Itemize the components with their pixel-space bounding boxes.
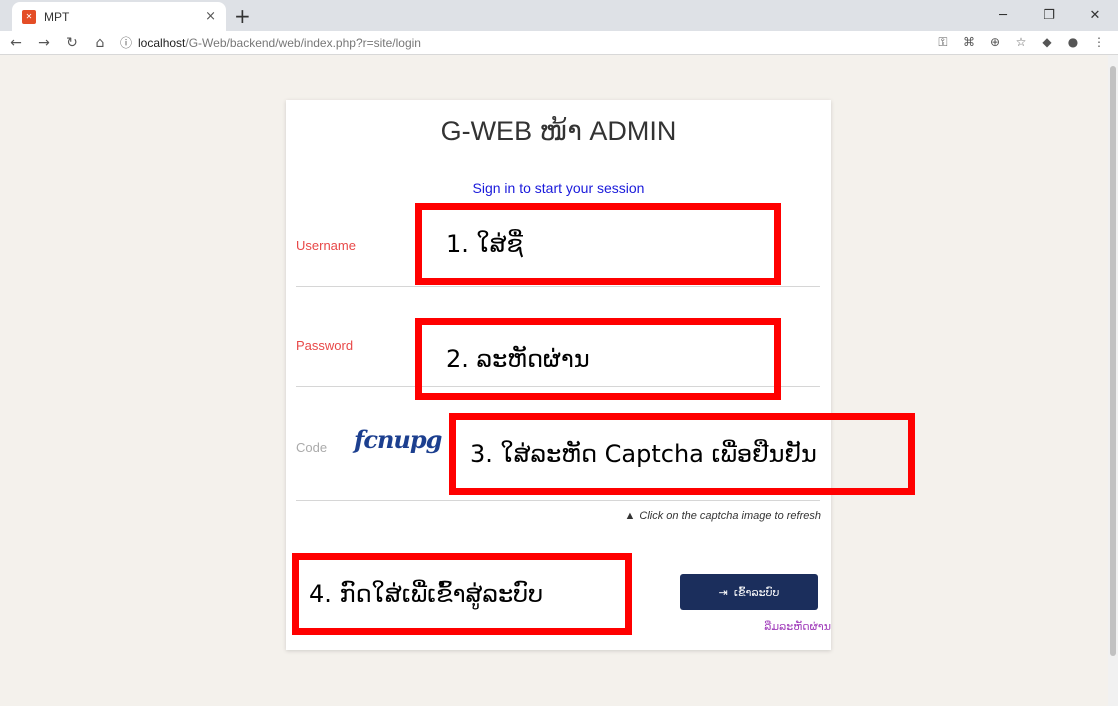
url-field[interactable]: ⓘ localhost /G-Web/backend/web/index.php… <box>120 33 930 53</box>
annotation-step-2: 2. ລະຫັດຜ່ານ <box>415 318 781 400</box>
login-button-label: ເຂົ້າລະບົບ <box>733 585 780 599</box>
code-divider <box>296 500 820 501</box>
key-icon[interactable]: ⚿ <box>930 35 956 50</box>
annotation-step-1: 1. ໃສ່ຊື່ <box>415 203 781 285</box>
password-label: Password <box>296 338 354 353</box>
annotation-step-3: 3. ໃສ່ລະຫັດ Captcha ເພື່ອຢືນຢັນ <box>449 413 915 495</box>
username-divider <box>296 286 820 287</box>
annotation-step-4-text: 4. ກົດໃສ່ເພື່ເຂົ້າສູ່ລະບົບ <box>309 580 544 608</box>
minimize-icon[interactable]: ─ <box>980 0 1026 31</box>
annotation-step-2-text: 2. ລະຫັດຜ່ານ <box>446 345 590 373</box>
zoom-icon[interactable]: ⊕ <box>982 35 1008 50</box>
annotation-step-4: 4. ກົດໃສ່ເພື່ເຂົ້າສູ່ລະບົບ <box>292 553 632 635</box>
window-controls: ─ ❐ ✕ <box>980 0 1118 31</box>
close-window-icon[interactable]: ✕ <box>1072 0 1118 31</box>
login-subtitle: Sign in to start your session <box>472 180 645 196</box>
sign-in-icon: ⇥ <box>718 585 728 599</box>
menu-icon[interactable]: ⋮ <box>1086 35 1112 50</box>
back-icon[interactable]: ← <box>4 35 28 51</box>
profile-avatar-icon[interactable]: ● <box>1060 35 1086 50</box>
url-host: localhost <box>138 35 186 50</box>
forgot-password-link[interactable]: ລືມລະຫັດຜ່ານ <box>631 620 831 633</box>
tab-title: MPT <box>44 9 70 24</box>
address-bar: ← → ↻ ⌂ ⓘ localhost /G-Web/backend/web/i… <box>0 31 1118 55</box>
scrollbar-thumb[interactable] <box>1110 66 1116 656</box>
restore-icon[interactable]: ❐ <box>1026 0 1072 31</box>
xampp-favicon-icon: ✕ <box>22 9 36 24</box>
new-tab-icon[interactable]: + <box>234 4 251 28</box>
bookmark-star-icon[interactable]: ☆ <box>1008 35 1034 50</box>
extension-icon[interactable]: ◆ <box>1034 35 1060 50</box>
code-label: Code <box>296 440 328 455</box>
annotation-step-3-text: 3. ໃສ່ລະຫັດ Captcha ເພື່ອຢືນຢັນ <box>470 440 817 468</box>
warning-icon: ▲ <box>624 510 636 522</box>
page-title: G-WEB ໜ້າ ADMIN <box>440 116 677 146</box>
tab-close-icon[interactable]: × <box>205 9 216 24</box>
browser-tab-bar: ✕ MPT × + ─ ❐ ✕ <box>0 0 1118 31</box>
captcha-image[interactable]: fcnupg <box>354 425 442 454</box>
login-button[interactable]: ⇥ ເຂົ້າລະບົບ <box>680 574 818 610</box>
browser-tab[interactable]: ✕ MPT × <box>12 2 226 31</box>
forward-icon[interactable]: → <box>32 35 56 51</box>
home-icon[interactable]: ⌂ <box>88 35 112 51</box>
translate-icon[interactable]: ⌘ <box>956 35 982 50</box>
site-info-icon[interactable]: ⓘ <box>120 34 132 51</box>
annotation-step-1-text: 1. ໃສ່ຊື່ <box>446 230 523 258</box>
refresh-hint-text: Click on the captcha image to refresh <box>639 510 821 522</box>
username-label: Username <box>296 238 356 253</box>
url-path: /G-Web/backend/web/index.php?r=site/logi… <box>185 35 421 50</box>
reload-icon[interactable]: ↻ <box>60 35 84 51</box>
captcha-refresh-hint: ▲ Click on the captcha image to refresh <box>625 510 821 522</box>
